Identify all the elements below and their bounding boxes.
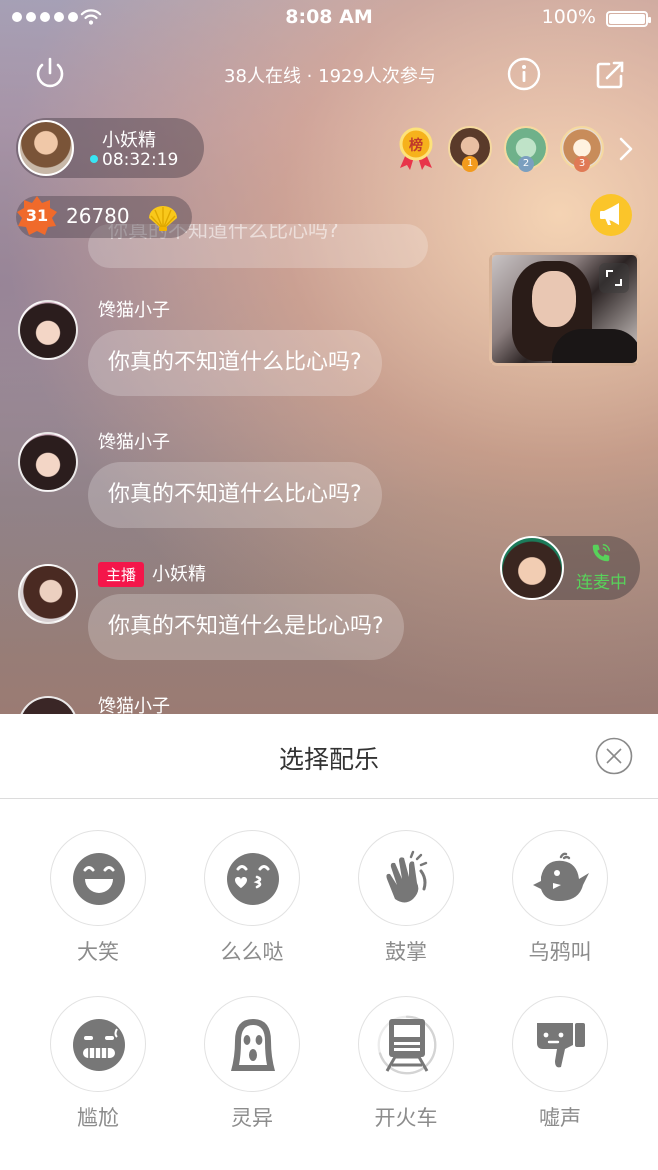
user-avatar[interactable]	[18, 300, 78, 360]
sfx-label: 乌鸦叫	[528, 940, 592, 964]
top-viewer-3[interactable]: 3	[560, 126, 604, 172]
sfx-button[interactable]	[358, 830, 454, 926]
live-room-background: 8:08 AM 100% 38人在线 · 1929人次参与 小妖精 08:32:…	[0, 0, 658, 714]
sfx-button[interactable]	[204, 830, 300, 926]
username[interactable]: 馋猫小子	[98, 692, 170, 714]
message-bubble: 你真的不知道什么是比心吗?	[88, 594, 404, 660]
power-icon[interactable]	[30, 54, 70, 94]
anchor-avatar[interactable]	[18, 120, 74, 176]
sfx-label: 灵异	[231, 1106, 273, 1130]
clap-icon	[386, 850, 428, 903]
sfx-kiss[interactable]: 么么哒	[202, 830, 302, 966]
live-timer-text: 08:32:19	[102, 150, 179, 170]
battery-percent: 100%	[541, 6, 596, 28]
video-preview[interactable]	[489, 252, 640, 366]
top-viewer-rank: 3	[574, 156, 590, 172]
music-selection-sheet: 选择配乐 大笑 么么哒 鼓掌 乌鸦叫 尴尬 灵异 开火车 嘘声	[0, 714, 658, 1170]
sfx-button[interactable]	[512, 830, 608, 926]
sfx-awkward[interactable]: 尴尬	[48, 996, 148, 1132]
sfx-label: 嘘声	[539, 1106, 581, 1130]
chat-message: 主播 小妖精 你真的不知道什么是比心吗?	[16, 562, 496, 664]
message-bubble: 你真的不知道什么比心吗?	[88, 462, 382, 528]
co-host-mic[interactable]: 连麦中	[500, 536, 640, 600]
user-avatar[interactable]	[18, 696, 78, 714]
announcement-button[interactable]	[590, 194, 632, 236]
sfx-ghost[interactable]: 灵异	[202, 996, 302, 1132]
username[interactable]: 馋猫小子	[98, 296, 170, 322]
top-viewer-2[interactable]: 2	[504, 126, 548, 172]
megaphone-icon	[600, 203, 619, 225]
phone-icon	[592, 544, 610, 562]
anchor-info[interactable]: 小妖精 08:32:19	[16, 118, 204, 178]
rank-list-icon[interactable]: 榜	[392, 124, 440, 172]
status-bar: 8:08 AM 100%	[0, 0, 658, 36]
kiss-icon	[227, 853, 279, 905]
co-host-avatar[interactable]	[500, 536, 564, 600]
coin-count: 26780	[66, 204, 130, 228]
message-bubble: 你真的不知道什么比心吗?	[88, 330, 382, 396]
ghost-icon	[231, 1019, 275, 1071]
user-avatar[interactable]	[18, 432, 78, 492]
username: 主播 小妖精	[98, 560, 206, 587]
online-stats: 38人在线 · 1929人次参与	[224, 66, 436, 87]
top-viewer-rank: 2	[518, 156, 534, 172]
host-tag: 主播	[98, 562, 145, 587]
live-timer: 08:32:19	[90, 150, 178, 170]
sfx-train[interactable]: 开火车	[356, 996, 456, 1132]
chat-message: 馋猫小子	[16, 696, 316, 714]
shell-icon	[149, 206, 177, 231]
sfx-laugh[interactable]: 大笑	[48, 830, 148, 966]
divider	[0, 798, 658, 799]
expand-icon[interactable]	[599, 263, 629, 293]
online-dot	[90, 155, 98, 163]
chevron-right-icon[interactable]	[616, 136, 636, 162]
chat-message: 馋猫小子 你真的不知道什么比心吗?	[16, 432, 476, 532]
sfx-button[interactable]	[50, 830, 146, 926]
username[interactable]: 馋猫小子	[98, 428, 170, 454]
sfx-label: 大笑	[77, 940, 119, 964]
thumbs-down-icon	[537, 1023, 585, 1068]
sfx-button[interactable]	[204, 996, 300, 1092]
sheet-title: 选择配乐	[278, 745, 379, 774]
close-icon[interactable]	[594, 736, 634, 776]
sfx-button[interactable]	[512, 996, 608, 1092]
share-icon[interactable]	[592, 57, 628, 93]
level-coins[interactable]: 31 26780	[16, 196, 192, 238]
sfx-label: 鼓掌	[385, 940, 427, 964]
sfx-boo[interactable]: 嘘声	[510, 996, 610, 1132]
sfx-clap[interactable]: 鼓掌	[356, 830, 456, 966]
awkward-icon	[73, 1019, 125, 1071]
train-icon	[385, 1019, 429, 1072]
sfx-label: 尴尬	[77, 1106, 119, 1130]
sfx-label: 么么哒	[220, 940, 284, 964]
crow-icon	[533, 852, 589, 901]
battery-icon	[606, 11, 651, 27]
info-icon[interactable]	[506, 56, 542, 92]
sfx-crow[interactable]: 乌鸦叫	[510, 830, 610, 966]
top-viewer-rank: 1	[462, 156, 478, 172]
host-username[interactable]: 小妖精	[152, 564, 206, 585]
anchor-name: 小妖精	[102, 130, 156, 151]
sfx-button-active[interactable]	[358, 996, 454, 1092]
sfx-label: 开火车	[374, 1106, 438, 1130]
rank-badge-text: 榜	[409, 137, 423, 154]
chat-message: 馋猫小子 你真的不知道什么比心吗?	[16, 300, 476, 400]
sfx-button[interactable]	[50, 996, 146, 1092]
user-avatar[interactable]	[18, 564, 78, 624]
level-number: 31	[25, 206, 49, 225]
mic-status-label: 连麦中	[576, 573, 627, 593]
top-viewer-1[interactable]: 1	[448, 126, 492, 172]
laugh-icon	[73, 853, 125, 905]
